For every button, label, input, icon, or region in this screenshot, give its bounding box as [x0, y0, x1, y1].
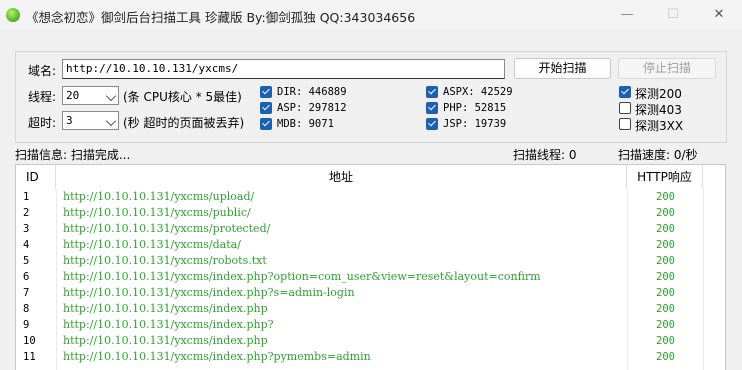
probe-403-checkbox[interactable] [619, 102, 631, 114]
php-label: PHP: 52815 [443, 102, 507, 114]
timeout-label: 超时: [28, 116, 57, 130]
scan-threads: 扫描线程: 0 [513, 148, 577, 162]
row-url: http://10.10.10.131/yxcms/data/ [63, 238, 241, 251]
title-bar: 《想念初恋》御剑后台扫描工具 珍藏版 By:御剑孤独 QQ:343034656 … [0, 0, 742, 30]
asp-checkbox[interactable] [260, 102, 272, 114]
close-button[interactable]: ✕ [696, 0, 742, 30]
table-row[interactable]: 2 http://10.10.10.131/yxcms/public/200 [16, 205, 725, 221]
row-http-code: 200 [656, 287, 675, 299]
row-http-code: 200 [656, 191, 675, 203]
aspx-label: ASPX: 42529 [443, 86, 513, 98]
table-row[interactable]: 11 http://10.10.10.131/yxcms/index.php?py… [16, 349, 725, 365]
dir-label: DIR: 446889 [277, 86, 347, 98]
threads-value: 20 [66, 89, 80, 102]
domain-label: 域名: [28, 64, 57, 78]
row-id: 10 [23, 335, 36, 347]
row-id: 6 [23, 271, 30, 283]
scan-info: 扫描信息: 扫描完成... [15, 148, 131, 162]
row-url: http://10.10.10.131/yxcms/index.php [63, 334, 268, 347]
row-http-code: 200 [656, 319, 675, 331]
table-row[interactable]: 7 http://10.10.10.131/yxcms/index.php?s=a… [16, 285, 725, 301]
probe-3xx-checkbox[interactable] [619, 118, 631, 130]
row-id: 2 [23, 207, 30, 219]
mdb-checkbox[interactable] [260, 118, 272, 130]
row-url: http://10.10.10.131/yxcms/upload/ [63, 190, 255, 203]
threads-label: 线程: [28, 90, 57, 104]
table-row[interactable]: 4 http://10.10.10.131/yxcms/data/200 [16, 237, 725, 253]
row-id: 1 [23, 191, 30, 203]
row-url: http://10.10.10.131/yxcms/public/ [63, 206, 251, 219]
table-row[interactable]: 9 http://10.10.10.131/yxcms/index.php? 200 [16, 317, 725, 333]
jsp-label: JSP: 19739 [443, 118, 507, 130]
row-url: http://10.10.10.131/yxcms/index.php?s=ad… [63, 286, 355, 299]
probe-200-checkbox[interactable] [619, 86, 631, 98]
timeout-value: 3 [66, 114, 73, 127]
chevron-down-icon [105, 115, 117, 127]
probe-403-label: 探测403 [635, 103, 682, 117]
domain-input[interactable]: http://10.10.10.131/yxcms/ [62, 59, 505, 79]
table-row[interactable]: 10 http://10.10.10.131/yxcms/index.php 200 [16, 333, 725, 349]
start-scan-button[interactable]: 开始扫描 [514, 58, 611, 79]
table-row[interactable]: 3 http://10.10.10.131/yxcms/protected/200 [16, 221, 725, 237]
row-id: 4 [23, 239, 30, 251]
jsp-checkbox[interactable] [426, 118, 438, 130]
row-url: http://10.10.10.131/yxcms/robots.txt [63, 254, 267, 267]
column-header-http[interactable]: HTTP响应 [627, 165, 703, 189]
row-id: 9 [23, 319, 30, 331]
row-url: http://10.10.10.131/yxcms/protected/ [63, 222, 271, 235]
row-id: 7 [23, 287, 30, 299]
table-row[interactable]: 8 http://10.10.10.131/yxcms/index.php 200 [16, 301, 725, 317]
table-row[interactable]: 1 http://10.10.10.131/yxcms/upload/200 [16, 189, 725, 205]
row-url: http://10.10.10.131/yxcms/index.php?opti… [63, 270, 541, 283]
threads-hint: (条 CPU核心 * 5最佳) [123, 90, 242, 104]
row-http-code: 200 [656, 271, 675, 283]
stop-scan-button[interactable]: 停止扫描 [618, 58, 716, 79]
row-id: 5 [23, 255, 30, 267]
mdb-label: MDB: 9071 [277, 118, 334, 130]
row-id: 8 [23, 303, 30, 315]
row-http-code: 200 [656, 335, 675, 347]
row-http-code: 200 [656, 303, 675, 315]
threads-select[interactable]: 20 [62, 86, 119, 105]
row-url: http://10.10.10.131/yxcms/index.php?pyme… [63, 350, 371, 363]
timeout-select[interactable]: 3 [62, 111, 119, 130]
asp-label: ASP: 297812 [277, 102, 347, 114]
row-id: 3 [23, 223, 30, 235]
column-header-url[interactable]: 地址 [56, 165, 627, 189]
probe-3xx-label: 探测3XX [635, 119, 684, 133]
minimize-button[interactable]: — [604, 0, 650, 30]
dir-checkbox[interactable] [260, 86, 272, 98]
row-url: http://10.10.10.131/yxcms/index.php? [63, 318, 274, 331]
row-http-code: 200 [656, 223, 675, 235]
row-http-code: 200 [656, 207, 675, 219]
probe-200-label: 探测200 [635, 87, 682, 101]
php-checkbox[interactable] [426, 102, 438, 114]
results-table[interactable]: ID 地址 HTTP响应 1 http://10.10.10.131/yxcms/… [15, 164, 726, 370]
chevron-down-icon [105, 90, 117, 102]
row-id: 11 [23, 351, 36, 363]
scan-speed: 扫描速度: 0/秒 [618, 148, 698, 162]
row-http-code: 200 [656, 255, 675, 267]
window-title: 《想念初恋》御剑后台扫描工具 珍藏版 By:御剑孤独 QQ:343034656 [26, 10, 416, 25]
maximize-button[interactable]: ☐ [650, 0, 696, 30]
row-http-code: 200 [656, 239, 675, 251]
aspx-checkbox[interactable] [426, 86, 438, 98]
table-row[interactable]: 5 http://10.10.10.131/yxcms/robots.txt 200 [16, 253, 725, 269]
table-row[interactable]: 6 http://10.10.10.131/yxcms/index.php?opt… [16, 269, 725, 285]
column-header-id[interactable]: ID [16, 165, 56, 189]
row-url: http://10.10.10.131/yxcms/index.php [63, 302, 268, 315]
timeout-hint: (秒 超时的页面被丢弃) [123, 116, 245, 130]
app-icon [6, 8, 20, 22]
row-http-code: 200 [656, 351, 675, 363]
